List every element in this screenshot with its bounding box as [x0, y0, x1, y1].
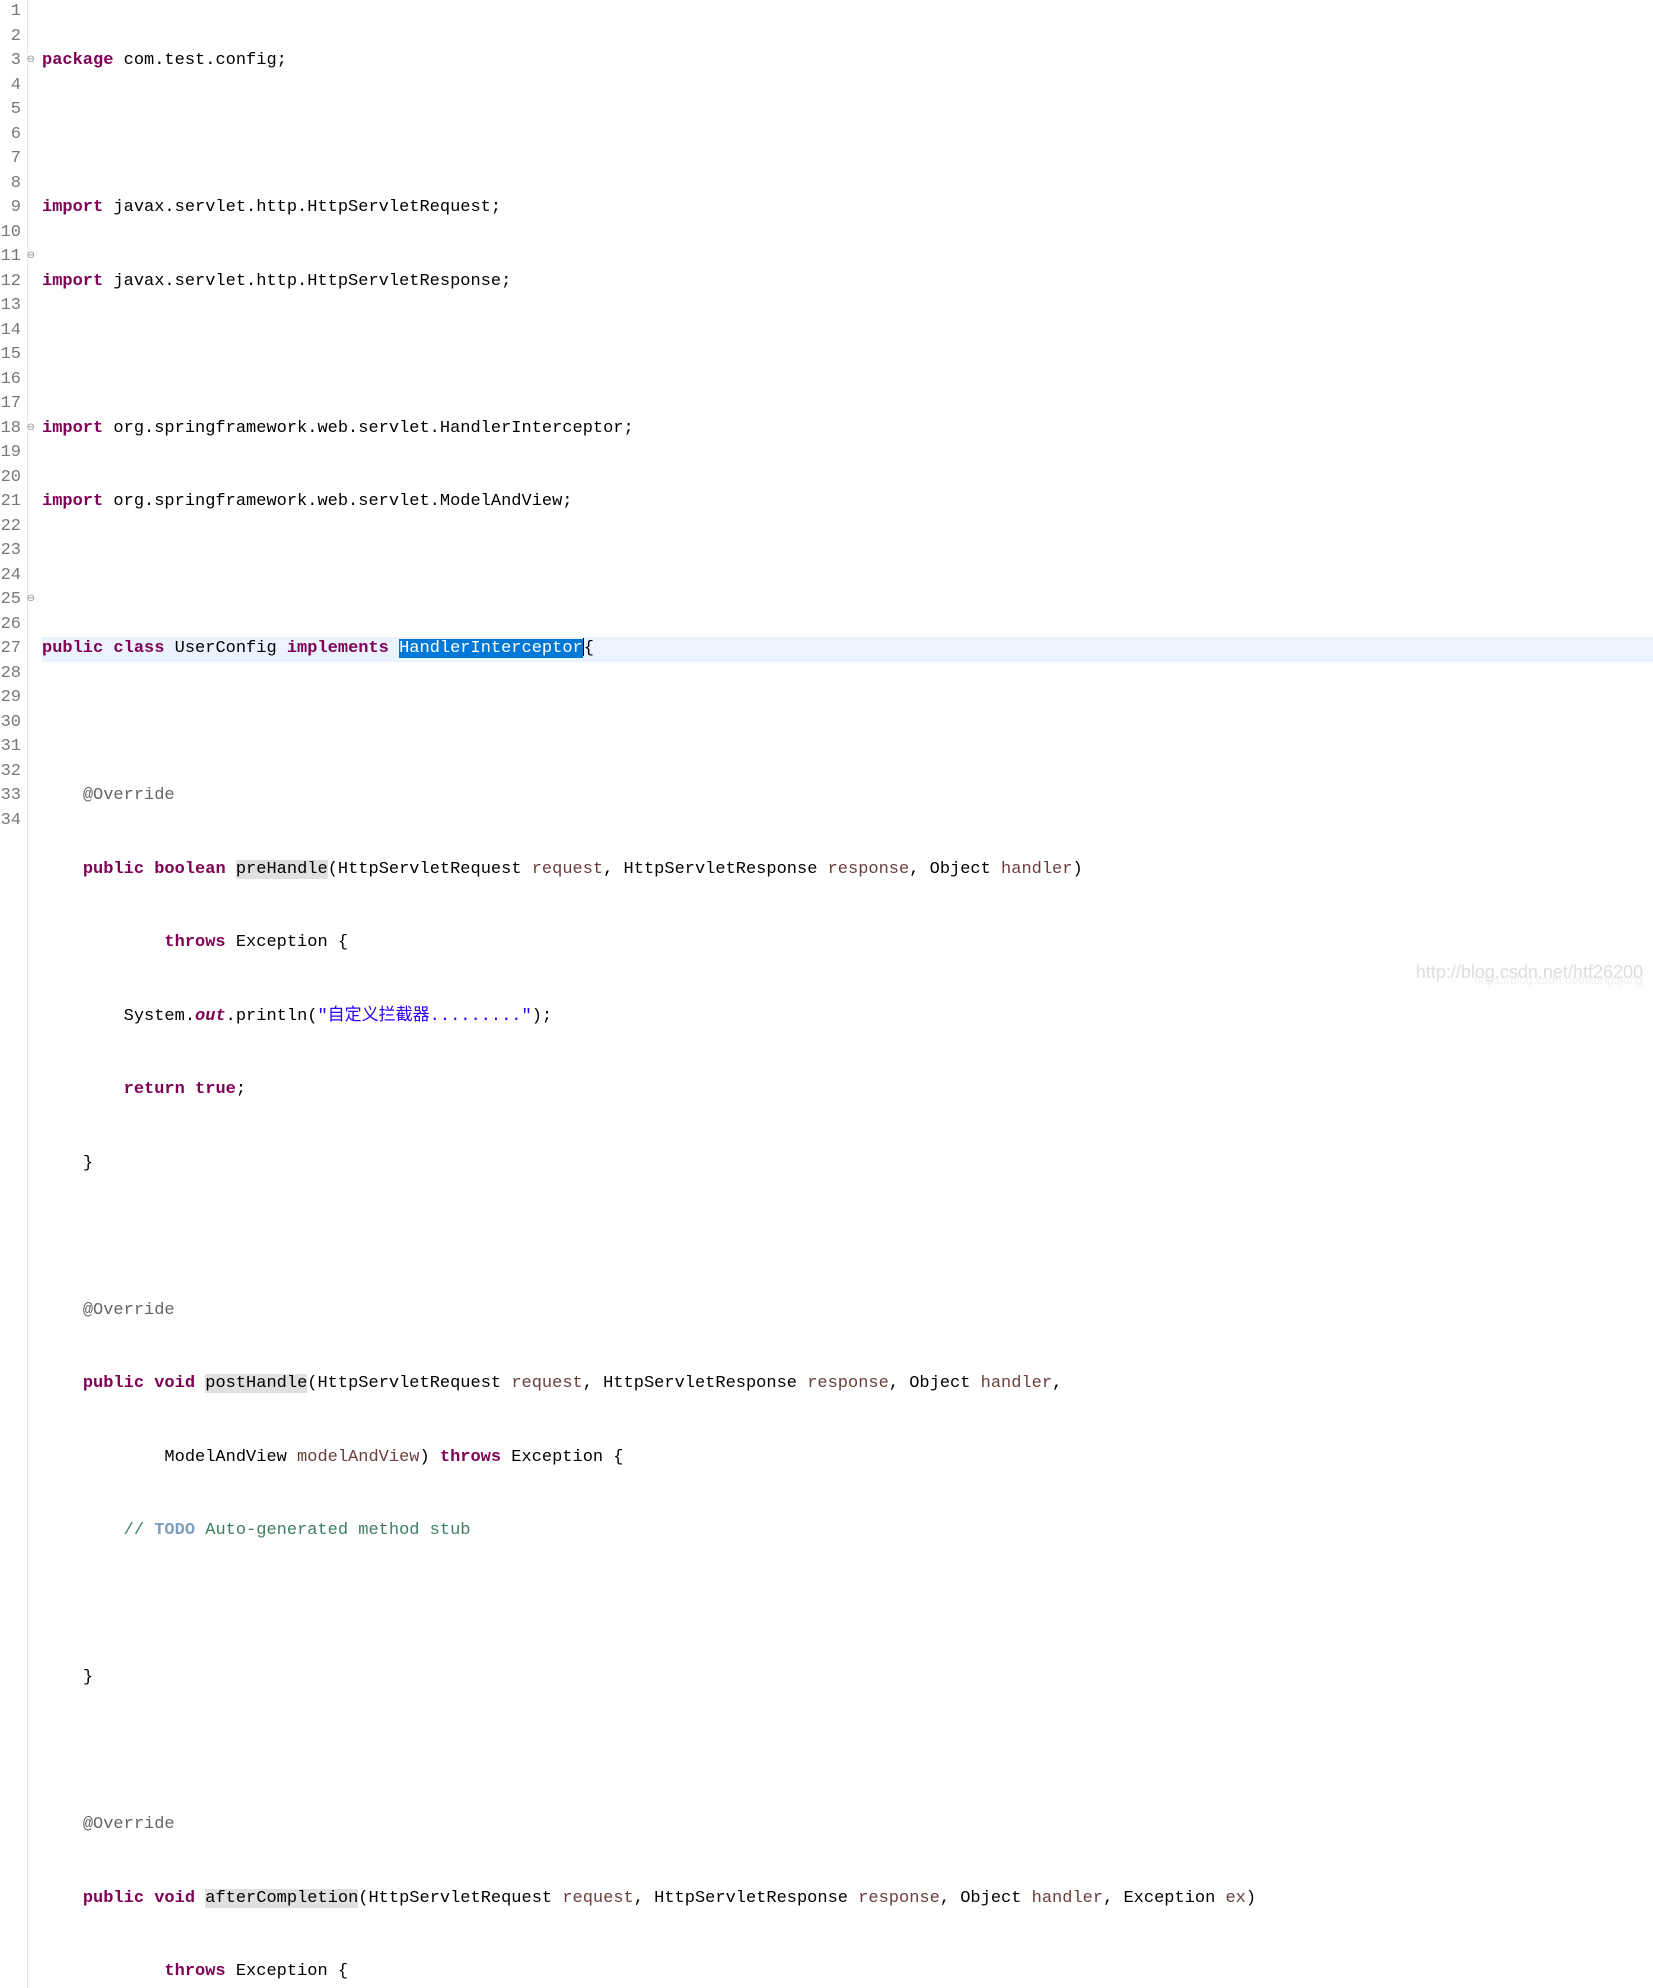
line-number: 18⊖: [0, 417, 25, 442]
line-number: 22: [0, 515, 25, 540]
code-line: package com.test.config;: [42, 49, 1653, 74]
line-number: 11⊖: [0, 245, 25, 270]
line-number: 25⊖: [0, 588, 25, 613]
fold-icon[interactable]: ⊖: [27, 588, 35, 613]
code-line: [42, 1225, 1653, 1250]
code-line: import javax.servlet.http.HttpServletRes…: [42, 270, 1653, 295]
line-number: 13: [0, 294, 25, 319]
code-line: @Override: [42, 1813, 1653, 1838]
code-line: public boolean preHandle(HttpServletRequ…: [42, 858, 1653, 883]
line-number: 19: [0, 441, 25, 466]
line-number: 2: [0, 25, 25, 50]
code-line: [42, 123, 1653, 148]
code-line: import org.springframework.web.servlet.M…: [42, 490, 1653, 515]
line-number: 3⊖: [0, 49, 25, 74]
line-number: 26: [0, 613, 25, 638]
line-number: 28: [0, 662, 25, 687]
line-number: 33: [0, 784, 25, 809]
fold-icon[interactable]: ⊖: [27, 417, 35, 442]
code-line-current: public class UserConfig implements Handl…: [42, 637, 1653, 662]
code-line: System.out.println("自定义拦截器.........");: [42, 1005, 1653, 1030]
code-line: // TODO Auto-generated method stub: [42, 1519, 1653, 1544]
code-line: import org.springframework.web.servlet.H…: [42, 417, 1653, 442]
line-number: 5: [0, 98, 25, 123]
code-line: [42, 564, 1653, 589]
code-editor[interactable]: package com.test.config; import javax.se…: [28, 0, 1653, 1988]
code-line: public void afterCompletion(HttpServletR…: [42, 1887, 1653, 1912]
code-line: [42, 1740, 1653, 1765]
line-number: 7: [0, 147, 25, 172]
line-number: 4: [0, 74, 25, 99]
line-number: 29: [0, 686, 25, 711]
line-number: 10: [0, 221, 25, 246]
line-number: 17: [0, 392, 25, 417]
code-line: throws Exception {: [42, 931, 1653, 956]
code-line: import javax.servlet.http.HttpServletReq…: [42, 196, 1653, 221]
line-number-gutter: 1 2 3⊖ 4 5 6 7 8 9 10 11⊖ 12 13 14 15 16…: [0, 0, 28, 1988]
line-number: 16: [0, 368, 25, 393]
line-number: 24: [0, 564, 25, 589]
line-number: 20: [0, 466, 25, 491]
line-number: 23: [0, 539, 25, 564]
code-line: [42, 711, 1653, 736]
line-number: 32: [0, 760, 25, 785]
line-number: 12: [0, 270, 25, 295]
line-number: 15: [0, 343, 25, 368]
line-number: 1: [0, 0, 25, 25]
line-number: 8: [0, 172, 25, 197]
line-number: 14: [0, 319, 25, 344]
code-line: [42, 1593, 1653, 1618]
code-line: public void postHandle(HttpServletReques…: [42, 1372, 1653, 1397]
code-line: [42, 343, 1653, 368]
code-line: }: [42, 1152, 1653, 1177]
code-line: @Override: [42, 784, 1653, 809]
line-number: 31: [0, 735, 25, 760]
selected-text: HandlerInterceptor: [399, 639, 583, 658]
code-line: @Override: [42, 1299, 1653, 1324]
code-line: return true;: [42, 1078, 1653, 1103]
line-number: 21: [0, 490, 25, 515]
fold-icon[interactable]: ⊖: [27, 245, 35, 270]
code-line: }: [42, 1666, 1653, 1691]
code-line: ModelAndView modelAndView) throws Except…: [42, 1446, 1653, 1471]
line-number: 9: [0, 196, 25, 221]
fold-icon[interactable]: ⊖: [27, 49, 35, 74]
line-number: 34: [0, 809, 25, 834]
code-line: throws Exception {: [42, 1960, 1653, 1985]
line-number: 6: [0, 123, 25, 148]
line-number: 30: [0, 711, 25, 736]
line-number: 27: [0, 637, 25, 662]
